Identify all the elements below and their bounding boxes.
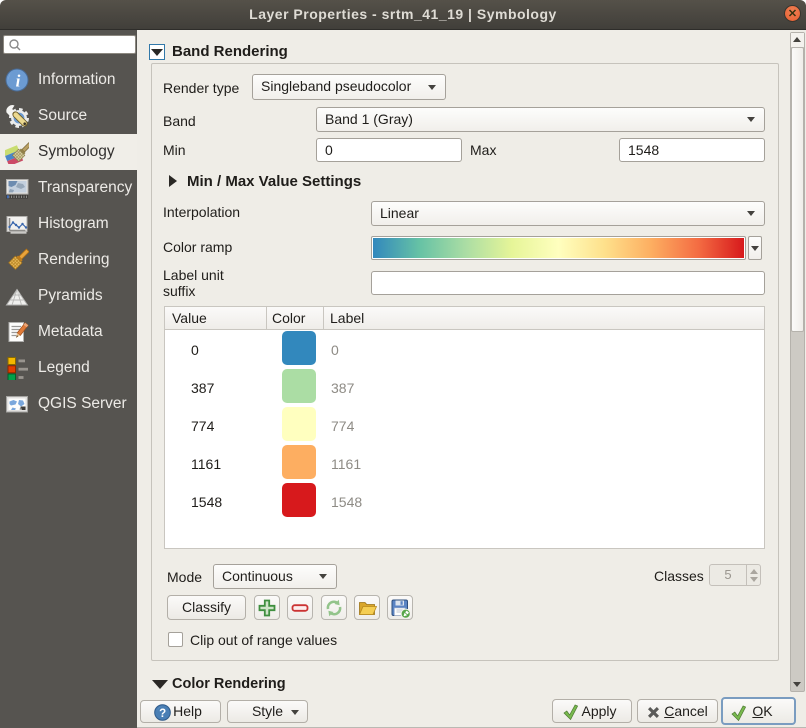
svg-text:?: ? <box>159 708 166 720</box>
svg-text:i: i <box>16 72 21 91</box>
